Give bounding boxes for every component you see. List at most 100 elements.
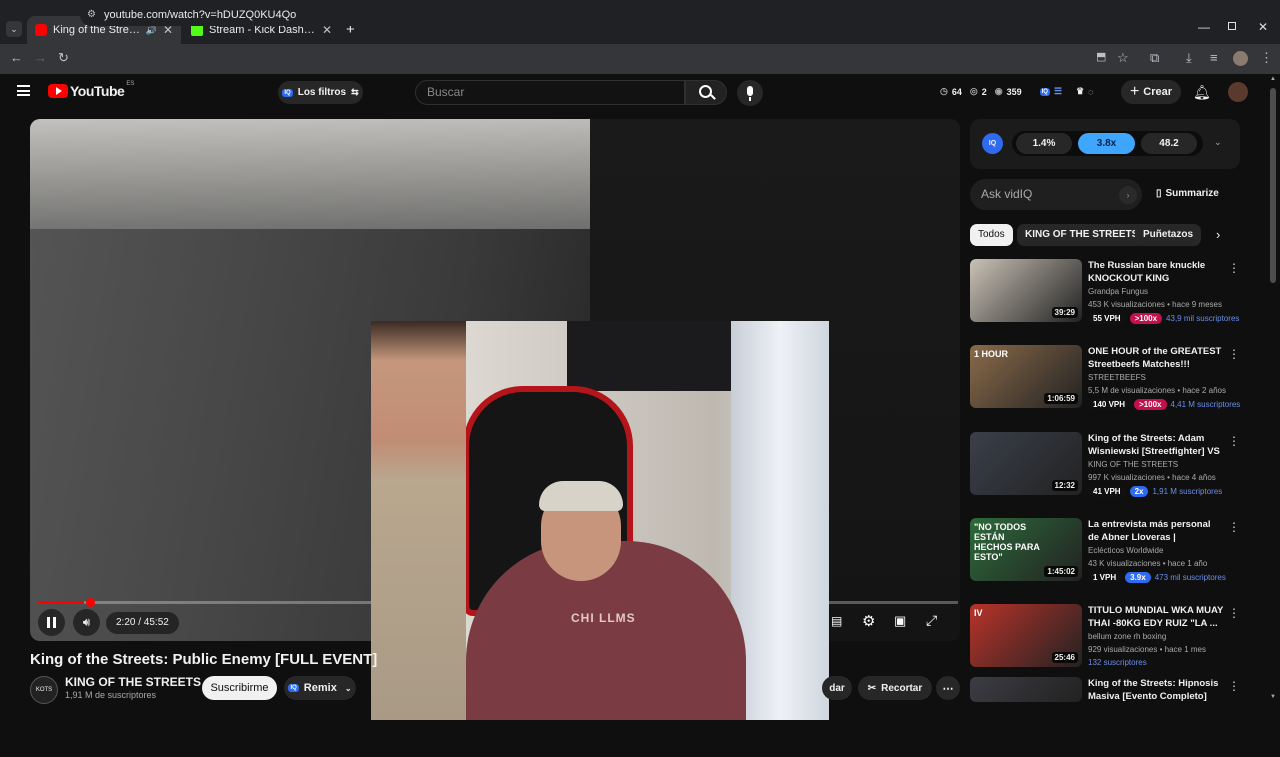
streamer-standing (371, 321, 466, 720)
search-input[interactable]: Buscar (415, 80, 685, 105)
scrollbar[interactable] (1270, 88, 1276, 283)
back-icon[interactable]: ← (10, 50, 23, 65)
recommendation-item[interactable]: King of the Streets: Hipnosis Masiva [Ev… (970, 677, 1270, 757)
webcam-overlay: CHI LLMS (371, 321, 829, 720)
create-button[interactable]: + Crear (1121, 80, 1181, 104)
clip-button[interactable]: ✂ Recortar (858, 676, 932, 700)
filters-button[interactable]: IQ Los filtros ⇆ (278, 81, 363, 104)
summarize-button[interactable]: ▯ Summarize (1156, 188, 1219, 199)
vidiq-icon[interactable]: IQ (1039, 87, 1050, 96)
recommendation-channel[interactable]: KING OF THE STREETS (1088, 460, 1178, 469)
chip-punches[interactable]: Puñetazos (1135, 224, 1202, 246)
recommendation-item[interactable]: 12:32 King of the Streets: Adam Wisniewsk… (970, 432, 1270, 512)
bookmark-star-icon[interactable]: ☆ (1117, 50, 1129, 66)
scroll-up-icon[interactable]: ▲ (1270, 76, 1276, 82)
youtube-play-icon (48, 84, 68, 98)
account-avatar[interactable] (1228, 82, 1248, 102)
recommendation-item[interactable]: 39:29 The Russian bare knuckle KNOCKOUT K… (970, 259, 1270, 339)
more-options-icon[interactable]: ⋮ (1228, 679, 1240, 693)
fullscreen-icon[interactable]: ⤢ (926, 612, 937, 629)
recommendation-title[interactable]: ONE HOUR of the GREATEST Streetbeefs Mat… (1088, 345, 1224, 371)
outlier-badge: 2x (1129, 486, 1149, 497)
more-options-icon[interactable]: ⋮ (1228, 347, 1240, 361)
vidiq-stat-score[interactable]: 48.2 (1141, 133, 1197, 154)
profile-avatar[interactable] (1233, 51, 1248, 66)
youtube-logo[interactable]: YouTube ES (48, 81, 134, 99)
subtitles-icon[interactable]: ▤ (831, 614, 842, 628)
recommendation-title[interactable]: The Russian bare knuckle KNOCKOUT KING h… (1088, 259, 1224, 285)
trophy-icon[interactable]: ♛ (1076, 86, 1084, 97)
install-icon[interactable]: ⬒ (1096, 50, 1106, 63)
notifications-bell-icon[interactable]: 🔔︎ (1193, 84, 1211, 101)
vidiq-logo-icon[interactable]: IQ (982, 133, 1003, 154)
close-window-icon[interactable]: ✕ (1258, 20, 1268, 34)
pause-button[interactable] (38, 609, 65, 636)
miniplayer-icon[interactable]: ▣ (894, 613, 906, 629)
more-options-icon[interactable]: ⋮ (1228, 606, 1240, 620)
video-thumbnail[interactable] (970, 677, 1082, 702)
recommendation-title[interactable]: King of the Streets: Adam Wisniewski [St… (1088, 432, 1224, 458)
vidiq-stat-engagement[interactable]: 1.4% (1016, 133, 1072, 154)
recommendation-channel[interactable]: STREETBEEFS (1088, 373, 1146, 382)
url-field[interactable]: ⚙ youtube.com/watch?v=hDUZQ0KU4Qo (80, 4, 1080, 26)
maximize-icon[interactable] (1228, 22, 1236, 30)
recommendation-channel[interactable]: Eclécticos Worldwide (1088, 546, 1163, 555)
download-icon[interactable]: ⤓ (1186, 50, 1192, 66)
more-options-icon[interactable]: ⋮ (1228, 434, 1240, 448)
video-thumbnail[interactable]: IV 25:46 (970, 604, 1082, 667)
book-icon: ▯ (1156, 188, 1162, 199)
scroll-down-icon[interactable]: ▼ (1270, 694, 1276, 700)
recommendation-channel[interactable]: Grandpa Fungus (1088, 287, 1148, 296)
chevron-right-icon[interactable]: › (1216, 227, 1220, 242)
recommendation-item[interactable]: "NO TODOS ESTÁN HECHOS PARA ESTO" 1:45:02… (970, 518, 1270, 598)
chip-all[interactable]: Todos (970, 224, 1013, 246)
channel-name[interactable]: KING OF THE STREETS ✔ (65, 675, 212, 689)
recommendation-channel[interactable]: bellum zone rh boxing (1088, 632, 1166, 641)
chat-icon[interactable]: ◌ (1088, 87, 1093, 97)
recommendation-item[interactable]: IV 25:46 TITULO MUNDIAL WKA MUAY THAI -80K… (970, 604, 1270, 684)
recommendation-title[interactable]: King of the Streets: Hipnosis Masiva [Ev… (1088, 677, 1224, 703)
voice-search-button[interactable] (737, 80, 763, 106)
site-info-icon[interactable]: ⚙ (87, 4, 96, 26)
minimize-icon[interactable]: — (1198, 20, 1210, 34)
hoodie-print: CHI LLMS (571, 611, 636, 625)
search-button[interactable] (685, 80, 727, 105)
hamburger-menu-icon[interactable] (17, 85, 30, 96)
channel-name-text: KING OF THE STREETS (65, 675, 202, 689)
audio-icon[interactable]: 🔊 (146, 25, 157, 36)
tab-search-button[interactable]: ⌄ (6, 21, 22, 37)
video-thumbnail[interactable]: 12:32 (970, 432, 1082, 495)
video-thumbnail[interactable]: 1 HOUR 1:06:59 (970, 345, 1082, 408)
channel-name-text: Eclécticos Worldwide (1088, 546, 1164, 555)
ask-send-icon[interactable]: › (1119, 186, 1137, 204)
recommendation-item[interactable]: 1 HOUR 1:06:59 ONE HOUR of the GREATEST St… (970, 345, 1270, 425)
video-thumbnail[interactable]: 39:29 (970, 259, 1082, 322)
channel-avatar[interactable]: KOTS (30, 676, 58, 704)
subscriber-badge: 1,91 M suscriptores (1152, 487, 1223, 496)
more-options-icon[interactable]: ⋮ (1228, 520, 1240, 534)
menu-kebab-icon[interactable]: ⋮ (1260, 50, 1273, 66)
video-thumbnail[interactable]: "NO TODOS ESTÁN HECHOS PARA ESTO" 1:45:02 (970, 518, 1082, 581)
progress-scrubber[interactable] (86, 598, 95, 607)
media-control-icon[interactable]: ≡ (1210, 50, 1218, 65)
recommendation-title[interactable]: TITULO MUNDIAL WKA MUAY THAI -80KG EDY R… (1088, 604, 1224, 630)
recommendation-meta: 5,5 M de visualizaciones • hace 2 años (1088, 386, 1226, 395)
download-button[interactable]: dar (822, 676, 852, 700)
volume-button[interactable]: 🔊︎ (73, 609, 100, 636)
reload-icon[interactable]: ↻ (58, 50, 69, 66)
subscribe-button[interactable]: Suscribirme (202, 676, 277, 700)
remix-button[interactable]: IQ Remix ⌄ (284, 676, 356, 700)
channel-name-text: KING OF THE STREETS (1088, 460, 1179, 469)
list-icon[interactable]: ☰ (1054, 86, 1062, 97)
recommendation-title[interactable]: La entrevista más personal de Abner Llov… (1088, 518, 1224, 544)
more-options-icon[interactable]: ⋮ (1228, 261, 1240, 275)
extensions-icon[interactable]: ⧉ (1150, 50, 1159, 66)
more-actions-button[interactable]: ⋯ (936, 676, 960, 700)
forward-icon[interactable]: → (34, 50, 47, 65)
chevron-down-icon[interactable]: ⌄ (1214, 137, 1222, 148)
vidiq-stat-outlier[interactable]: 3.8x (1078, 133, 1135, 154)
chip-king-of-the-streets[interactable]: KING OF THE STREETS (1017, 224, 1147, 246)
ask-vidiq-input[interactable]: Ask vidIQ (970, 179, 1142, 210)
settings-gear-icon[interactable]: ⚙ (862, 612, 875, 630)
youtube-wordmark: YouTube (70, 83, 125, 99)
